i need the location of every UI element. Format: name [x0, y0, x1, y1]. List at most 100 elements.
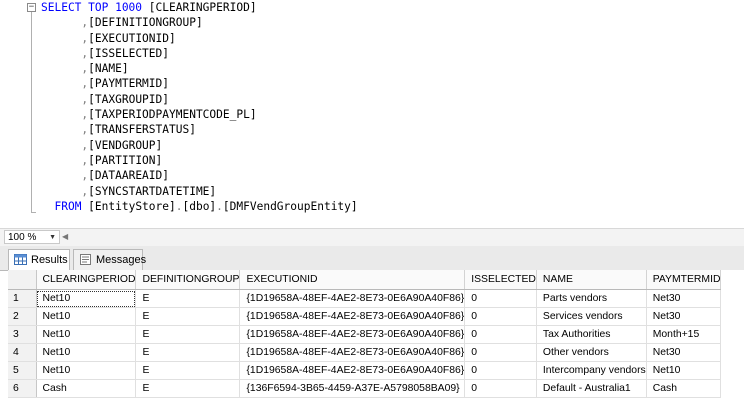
- table-cell[interactable]: Cash: [646, 379, 722, 398]
- results-table: CLEARINGPERIOD DEFINITIONGROUP EXECUTIONID…: [8, 270, 722, 398]
- code-identifier: [PARTITION]: [88, 153, 163, 167]
- column-header[interactable]: PAYMTERMID: [646, 270, 722, 290]
- zoom-value: 100 %: [8, 232, 37, 243]
- grid-icon: [14, 254, 27, 265]
- table-cell[interactable]: E: [135, 361, 241, 380]
- table-row[interactable]: 1 Net10 E {1D19658A-48EF-4AE2-8E73-0E6A90A4…: [8, 289, 722, 308]
- table-cell[interactable]: Other vendors: [536, 343, 647, 362]
- table-cell[interactable]: E: [135, 343, 241, 362]
- table-cell[interactable]: {1D19658A-48EF-4AE2-8E73-0E6A90A40F86}: [239, 325, 466, 344]
- code-line: FROM [EntityStore].[dbo].[DMFVendGroupEn…: [41, 199, 357, 214]
- code-line: ,[VENDGROUP]: [41, 138, 358, 153]
- table-row[interactable]: 4 Net10 E {1D19658A-48EF-4AE2-8E73-0E6A90A4…: [8, 343, 722, 362]
- table-cell[interactable]: Net30: [646, 289, 722, 308]
- code-identifier: [TAXGROUPID]: [88, 92, 169, 106]
- row-number[interactable]: 2: [8, 307, 37, 326]
- results-tabstrip: Results Messages: [0, 246, 744, 271]
- column-header[interactable]: ISSELECTED: [464, 270, 537, 290]
- table-row[interactable]: 3 Net10 E {1D19658A-48EF-4AE2-8E73-0E6A90A4…: [8, 325, 722, 344]
- table-cell[interactable]: 0: [464, 343, 537, 362]
- results-grid[interactable]: CLEARINGPERIOD DEFINITIONGROUP EXECUTIONID…: [8, 270, 744, 414]
- row-number[interactable]: 1: [8, 289, 37, 308]
- table-cell[interactable]: Services vendors: [536, 307, 647, 326]
- table-cell[interactable]: Net10: [36, 307, 137, 326]
- query-editor[interactable]: − SELECT TOP 1000 [CLEARINGPERIOD] ,[DEF…: [0, 0, 744, 228]
- row-number[interactable]: 4: [8, 343, 37, 362]
- outline-guide: [31, 12, 32, 213]
- code-identifier: [EXECUTIONID]: [88, 31, 176, 45]
- table-cell[interactable]: E: [135, 307, 241, 326]
- code-identifier: [VENDGROUP]: [88, 138, 163, 152]
- table-cell[interactable]: 0: [464, 379, 537, 398]
- code-line: ,[TRANSFERSTATUS]: [41, 122, 358, 137]
- code-identifier: [dbo]: [182, 199, 217, 213]
- zoom-bar: 100 % ▼ ◀: [0, 228, 744, 247]
- code-identifier: [PAYMTERMID]: [88, 77, 169, 91]
- table-cell[interactable]: 0: [464, 361, 537, 380]
- scroll-left-icon[interactable]: ◀: [62, 232, 69, 241]
- chevron-down-icon: ▼: [49, 234, 56, 241]
- table-cell[interactable]: E: [135, 325, 241, 344]
- table-cell[interactable]: Net10: [36, 361, 137, 380]
- table-cell[interactable]: Net10: [36, 343, 137, 362]
- table-cell[interactable]: 0: [464, 325, 537, 344]
- row-number[interactable]: 3: [8, 325, 37, 344]
- code-identifier: [DATAAREAID]: [88, 169, 169, 183]
- code-line: ,[PAYMTERMID]: [41, 76, 358, 91]
- column-header[interactable]: NAME: [536, 270, 647, 290]
- column-header[interactable]: CLEARINGPERIOD: [36, 270, 137, 290]
- zoom-select[interactable]: 100 % ▼: [4, 230, 60, 244]
- code-identifier: [TAXPERIODPAYMENTCODE_PL]: [88, 108, 257, 122]
- row-number[interactable]: 6: [8, 379, 37, 398]
- row-header-corner[interactable]: [8, 270, 37, 290]
- table-cell[interactable]: {1D19658A-48EF-4AE2-8E73-0E6A90A40F86}: [239, 343, 466, 362]
- table-cell[interactable]: Net30: [646, 307, 722, 326]
- table-cell[interactable]: Net10: [646, 361, 722, 380]
- table-cell[interactable]: {1D19658A-48EF-4AE2-8E73-0E6A90A40F86}: [239, 307, 466, 326]
- table-cell[interactable]: Default - Australia1: [536, 379, 647, 398]
- table-cell[interactable]: E: [135, 289, 241, 308]
- table-cell[interactable]: 0: [464, 289, 537, 308]
- table-row[interactable]: 2 Net10 E {1D19658A-48EF-4AE2-8E73-0E6A90A4…: [8, 307, 722, 326]
- table-cell[interactable]: Cash: [36, 379, 137, 398]
- code-line: ,[EXECUTIONID]: [41, 31, 358, 46]
- tab-messages[interactable]: Messages: [73, 249, 146, 270]
- tab-results[interactable]: Results: [8, 249, 70, 271]
- table-cell[interactable]: {136F6594-3B65-4459-A37E-A5798058BA09}: [239, 379, 466, 398]
- table-row[interactable]: 5 Net10 E {1D19658A-48EF-4AE2-8E73-0E6A90A4…: [8, 361, 722, 380]
- table-cell[interactable]: Month+15: [646, 325, 722, 344]
- table-cell[interactable]: Parts vendors: [536, 289, 647, 308]
- editor-margin: [0, 0, 24, 228]
- collapse-region-icon[interactable]: −: [27, 3, 36, 12]
- table-cell[interactable]: Net30: [646, 343, 722, 362]
- table-cell[interactable]: Net10: [36, 325, 137, 344]
- column-header[interactable]: DEFINITIONGROUP: [135, 270, 241, 290]
- column-header[interactable]: EXECUTIONID: [239, 270, 466, 290]
- table-row[interactable]: 6 Cash E {136F6594-3B65-4459-A37E-A5798058B…: [8, 379, 722, 398]
- table-cell[interactable]: Intercompany vendors: [536, 361, 647, 380]
- table-cell[interactable]: E: [135, 379, 241, 398]
- code-line: ,[TAXPERIODPAYMENTCODE_PL]: [41, 107, 358, 122]
- table-cell[interactable]: Tax Authorities: [536, 325, 647, 344]
- sql-code[interactable]: SELECT TOP 1000 [CLEARINGPERIOD] ,[DEFIN…: [41, 0, 358, 214]
- code-line: ,[ISSELECTED]: [41, 46, 358, 61]
- code-identifier: [DEFINITIONGROUP]: [88, 16, 203, 30]
- row-number[interactable]: 5: [8, 361, 37, 380]
- table-cell[interactable]: Net10: [36, 289, 137, 308]
- table-cell[interactable]: {1D19658A-48EF-4AE2-8E73-0E6A90A40F86}: [239, 361, 466, 380]
- code-line: ,[NAME]: [41, 61, 358, 76]
- table-cell[interactable]: 0: [464, 307, 537, 326]
- code-line: ,[TAXGROUPID]: [41, 92, 358, 107]
- table-cell[interactable]: {1D19658A-48EF-4AE2-8E73-0E6A90A40F86}: [239, 289, 466, 308]
